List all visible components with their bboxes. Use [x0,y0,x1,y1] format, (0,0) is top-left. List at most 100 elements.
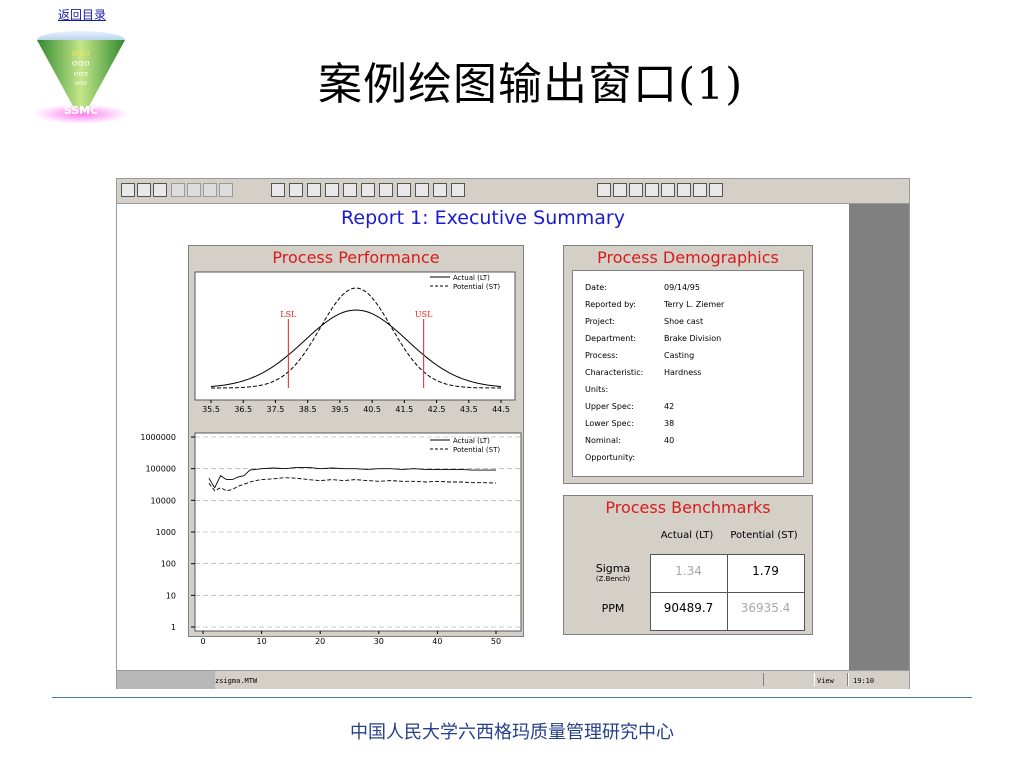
y-tick-label: 1 [171,623,176,632]
y-tick-label: 10 [166,591,176,600]
minitab-report-window: Report 1: Executive Summary Process Perf… [116,178,910,689]
demographics-value: 09/14/95 [664,283,700,292]
demographics-label: Lower Spec: [585,419,634,428]
status-mode: View [817,677,834,685]
process-benchmarks-panel: Process Benchmarks Actual (LT) Potential… [563,495,813,635]
show-graphs-icon[interactable] [613,183,627,197]
x-tick-label: 43.5 [460,405,478,414]
report-title: Report 1: Executive Summary [341,207,625,229]
undo-icon[interactable] [219,183,233,197]
y-tick-label: 1000000 [140,433,176,442]
demographics-value: Hardness [664,368,702,377]
session-window-icon[interactable] [271,183,285,197]
layout-icon[interactable] [709,183,723,197]
legend-label: Actual (LT) [453,437,490,445]
info-icon[interactable] [307,183,321,197]
logo-text: SSMC [64,104,98,117]
demographics-value: 40 [664,436,675,445]
tile-icon[interactable] [629,183,643,197]
y-tick-label: 100000 [145,465,176,474]
bench-col-actual: Actual (LT) [660,530,714,541]
edit-graph-icon[interactable] [379,183,393,197]
demographics-value: 38 [664,419,675,428]
graph-icon[interactable] [343,183,357,197]
bench-sigma-actual: 1.34 [675,564,702,578]
pen-icon[interactable] [397,183,411,197]
bench-ppm-actual: 90489.7 [663,601,714,615]
demographics-label: Upper Spec: [585,402,634,411]
footer-text: 中国人民大学六西格玛质量管理研究中心 [350,722,674,743]
y-tick-label: 100 [161,560,176,569]
slide-title: 案例绘图输出窗口(1) [318,59,744,110]
y-tick-label: 10000 [151,496,176,505]
x-tick-label: 50 [491,637,501,646]
demographics-label: Units: [585,385,609,394]
ppm-trend-chart: 10000001000001000010001001010 10 20 30 40 50A… [140,432,522,646]
copy-icon[interactable] [187,183,201,197]
process-performance-title: Process Performance [272,248,440,267]
x-tick-label: 0 [200,637,205,646]
x-tick-label: 40.5 [363,405,381,414]
demographics-value: Brake Division [664,334,722,343]
open-icon[interactable] [121,183,135,197]
x-tick-label: 10 [257,637,267,646]
project-manager-icon[interactable] [451,183,465,197]
legend-label: Potential (ST) [453,446,500,454]
legend-label: Actual (LT) [453,274,490,282]
history-icon[interactable] [325,183,339,197]
demographics-label: Date: [585,283,607,292]
demographics-label: Characteristic: [585,368,644,377]
x-tick-label: 37.5 [267,405,285,414]
spec-limit-label: LSL [280,310,297,319]
data-window-icon[interactable] [289,183,303,197]
brush-icon[interactable] [361,183,375,197]
related-docs-icon[interactable] [677,183,691,197]
x-tick-label: 41.5 [395,405,413,414]
status-clock: 19:10 [853,677,875,685]
demographics-label: Opportunity: [585,453,636,462]
demographics-label: Department: [585,334,637,343]
logo-sigma-row: σσσ [72,59,90,69]
report-pad-icon[interactable] [661,183,675,197]
ssmc-logo: σσσ σσσ σσσ σσσ SSMC [33,31,129,124]
help-icon[interactable] [433,183,447,197]
graph-folder-icon[interactable] [597,183,611,197]
status-bar: zsigma.MTW View 19:10 [117,670,909,689]
bench-sigma-sublabel: (Z.Bench) [595,575,631,583]
bench-sigma-potential: 1.79 [752,564,779,578]
save-icon[interactable] [137,183,151,197]
x-tick-label: 42.5 [428,405,446,414]
back-to-contents-link[interactable]: 返回目录 [58,6,106,23]
logo-sigma-row: σσσ [72,49,90,59]
new-graph-icon[interactable] [693,183,707,197]
bench-ppm-potential: 36935.4 [740,601,791,615]
cut-icon[interactable] [171,183,185,197]
info2-icon[interactable] [645,183,659,197]
demographics-value: 42 [664,402,675,411]
paste-icon[interactable] [203,183,217,197]
bench-ppm-label: PPM [601,602,625,615]
bench-sigma-label: Sigma [595,562,631,575]
cancel-icon[interactable] [415,183,429,197]
logo-sigma-row: σσσ [74,70,89,78]
demographics-value: Terry L. Ziemer [664,300,725,309]
process-benchmarks-title: Process Benchmarks [605,498,771,517]
spec-limit-label: USL [415,310,433,319]
x-tick-label: 39.5 [331,405,349,414]
process-demographics-panel: Process Demographics Date: 09/14/95 Report… [563,245,813,484]
status-grey-block [117,671,215,689]
print-icon[interactable] [153,183,167,197]
status-worksheet-name: zsigma.MTW [215,677,258,685]
process-demographics-title: Process Demographics [597,248,779,267]
x-tick-label: 20 [315,637,325,646]
x-tick-label: 44.5 [492,405,510,414]
process-performance-chart: LSL USL 35.5 36.5 37.5 38.5 39.5 40.5 41.5 42.5 43… [194,271,516,414]
legend-label: Potential (ST) [453,283,500,291]
demographics-label: Nominal: [585,436,621,445]
toolbar [117,179,909,204]
status-separator [763,673,815,686]
window-background-area [849,204,909,670]
bench-col-potential: Potential (ST) [730,530,798,541]
x-tick-label: 36.5 [234,405,252,414]
status-separator [847,673,849,686]
